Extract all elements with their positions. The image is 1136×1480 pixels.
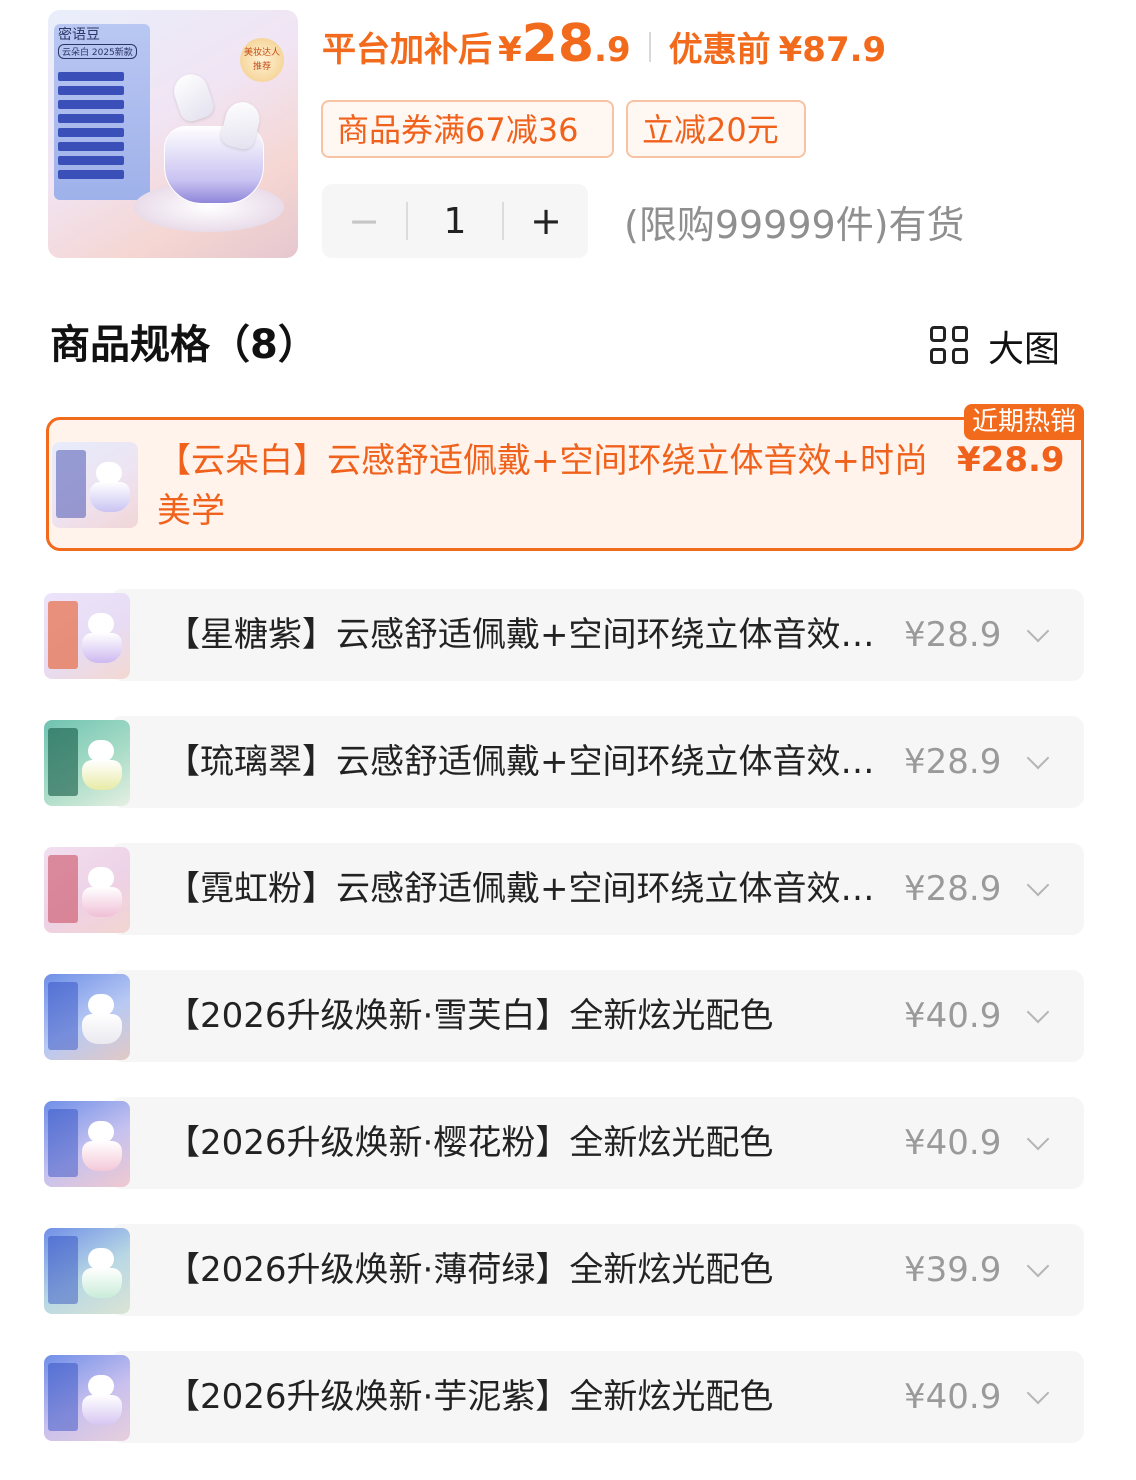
option-thumbnail — [44, 593, 130, 679]
spec-option[interactable]: 【琉璃翠】云感舒适佩戴+空间环绕立体音效+时尚美学 ¥28.9 — [44, 716, 1084, 808]
option-thumbnail — [44, 1228, 130, 1314]
big-view-toggle[interactable]: 大图 — [930, 320, 1060, 372]
option-label: 【2026升级焕新·樱花粉】全新炫光配色 — [166, 1123, 774, 1163]
quantity-value[interactable]: 1 — [408, 201, 502, 242]
feature-line — [58, 72, 124, 81]
option-label: 【云朵白】云感舒适佩戴+空间环绕立体音效+时尚美学 — [157, 441, 928, 531]
option-price: ¥40.9 — [904, 1123, 1002, 1163]
price-integer: 28 — [521, 14, 595, 74]
price-row: 平台加补后 ¥ 28 .9 优惠前 ¥ 87.9 — [322, 14, 886, 80]
spec-option[interactable]: 【星糖紫】云感舒适佩戴+空间环绕立体音效+时尚美学 ¥28.9 — [44, 589, 1084, 681]
feature-line — [58, 114, 124, 123]
spec-option[interactable]: 【霓虹粉】云感舒适佩戴+空间环绕立体音效+时尚美学 ¥28.9 — [44, 843, 1084, 935]
spec-option-selected[interactable]: 近期热销 【云朵白】云感舒适佩戴+空间环绕立体音效+时尚美学 ¥28.9 — [46, 404, 1084, 551]
product-main-image[interactable]: 密语豆 云朵白 2025新款 美妆达人推荐 — [48, 10, 298, 258]
option-label: 【星糖紫】云感舒适佩戴+空间环绕立体音效+时尚美学 — [166, 615, 884, 655]
option-label: 【2026升级焕新·雪芙白】全新炫光配色 — [166, 996, 774, 1036]
option-price: ¥28.9 — [904, 615, 1002, 655]
option-thumbnail — [44, 974, 130, 1060]
product-brand: 密语豆 — [58, 27, 100, 43]
option-label: 【琉璃翠】云感舒适佩戴+空间环绕立体音效+时尚美学 — [166, 742, 884, 782]
big-view-label: 大图 — [988, 329, 1061, 370]
discount-tag[interactable]: 立减20元 — [626, 100, 806, 158]
price-currency: ¥ — [498, 30, 522, 70]
decrease-button[interactable]: − — [322, 199, 406, 243]
price-divider — [648, 32, 651, 62]
increase-button[interactable]: + — [504, 199, 588, 243]
spec-option[interactable]: 【2026升级焕新·樱花粉】全新炫光配色 ¥40.9 — [44, 1097, 1084, 1189]
original-price-value: 87.9 — [802, 30, 887, 70]
spec-option[interactable]: 【2026升级焕新·芋泥紫】全新炫光配色 ¥40.9 — [44, 1351, 1084, 1443]
feature-line — [58, 86, 124, 95]
option-thumbnail — [44, 847, 130, 933]
option-price: ¥28.9 — [957, 440, 1065, 480]
quantity-stepper: − 1 + — [322, 184, 588, 258]
spec-option[interactable]: 【2026升级焕新·薄荷绿】全新炫光配色 ¥39.9 — [44, 1224, 1084, 1316]
recommend-badge: 美妆达人推荐 — [240, 38, 284, 82]
option-price: ¥39.9 — [904, 1250, 1002, 1290]
option-label: 【霓虹粉】云感舒适佩戴+空间环绕立体音效+时尚美学 — [166, 869, 884, 909]
spec-option[interactable]: 【2026升级焕新·雪芙白】全新炫光配色 ¥40.9 — [44, 970, 1084, 1062]
coupon-tag[interactable]: 商品券满67减36 — [321, 100, 614, 158]
option-price: ¥28.9 — [904, 869, 1002, 909]
option-thumbnail — [44, 1355, 130, 1441]
price-label: 平台加补后 — [322, 30, 492, 70]
option-label: 【2026升级焕新·薄荷绿】全新炫光配色 — [166, 1250, 774, 1290]
feature-line — [58, 170, 124, 179]
original-price-currency: ¥ — [778, 30, 803, 70]
grid-icon — [930, 326, 970, 366]
option-thumbnail — [44, 720, 130, 806]
feature-line — [58, 100, 124, 109]
feature-line — [58, 128, 124, 137]
spec-title: 商品规格（8） — [50, 322, 318, 368]
stock-status: (限购99999件)有货 — [624, 203, 965, 247]
option-price: ¥28.9 — [904, 742, 1002, 782]
hot-sale-badge: 近期热销 — [963, 404, 1084, 440]
price-decimal: .9 — [594, 30, 631, 70]
option-thumbnail — [44, 1101, 130, 1187]
option-price: ¥40.9 — [904, 1377, 1002, 1417]
option-thumbnail — [52, 442, 138, 528]
option-price: ¥40.9 — [904, 996, 1002, 1036]
feature-line — [58, 156, 124, 165]
original-price-label: 优惠前 — [668, 30, 771, 70]
product-tag: 云朵白 2025新款 — [58, 44, 137, 59]
earbud — [169, 69, 217, 125]
feature-line — [58, 142, 124, 151]
option-label: 【2026升级焕新·芋泥紫】全新炫光配色 — [166, 1377, 774, 1417]
